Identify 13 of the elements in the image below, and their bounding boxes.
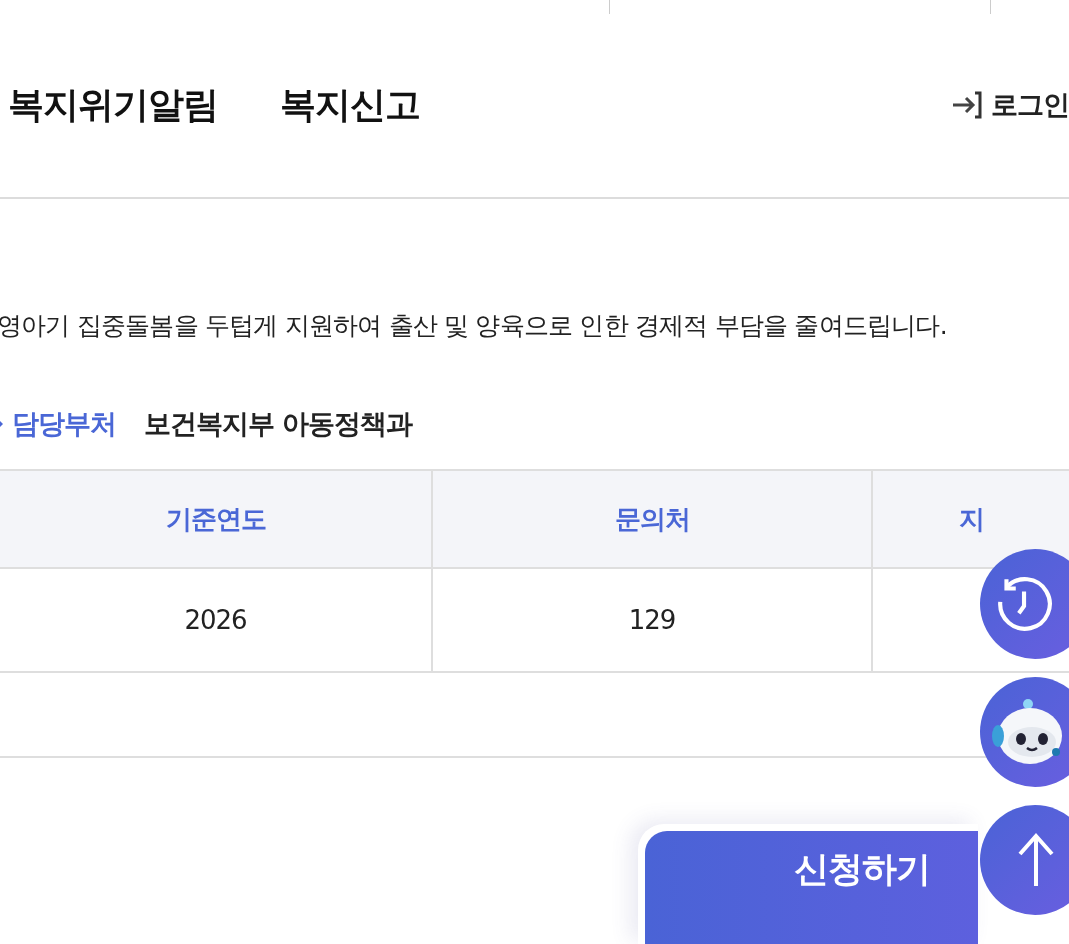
nav-menu-item[interactable]: 복지신고	[280, 80, 420, 130]
department-label: 담당부처	[12, 407, 116, 441]
apply-button[interactable]: 신청하기	[645, 831, 978, 944]
table-cell: 129	[628, 605, 676, 635]
nav-menu-item[interactable]: 복지위기알림	[8, 80, 218, 130]
column-header: 기준연도	[165, 502, 266, 536]
login-icon	[951, 89, 983, 121]
department-name: 보건복지부 아동정책과	[144, 407, 413, 441]
login-link[interactable]: 로그인	[951, 87, 1069, 123]
column-header: 지	[958, 502, 984, 536]
table-cell: 2026	[184, 605, 247, 635]
column-header: 문의처	[614, 502, 690, 536]
summary-text: 영아기 집중돌봄을 두텁게 지원하여 출산 및 양육으로 인한 경제적 부담을 줄여드립니다.	[0, 310, 948, 342]
